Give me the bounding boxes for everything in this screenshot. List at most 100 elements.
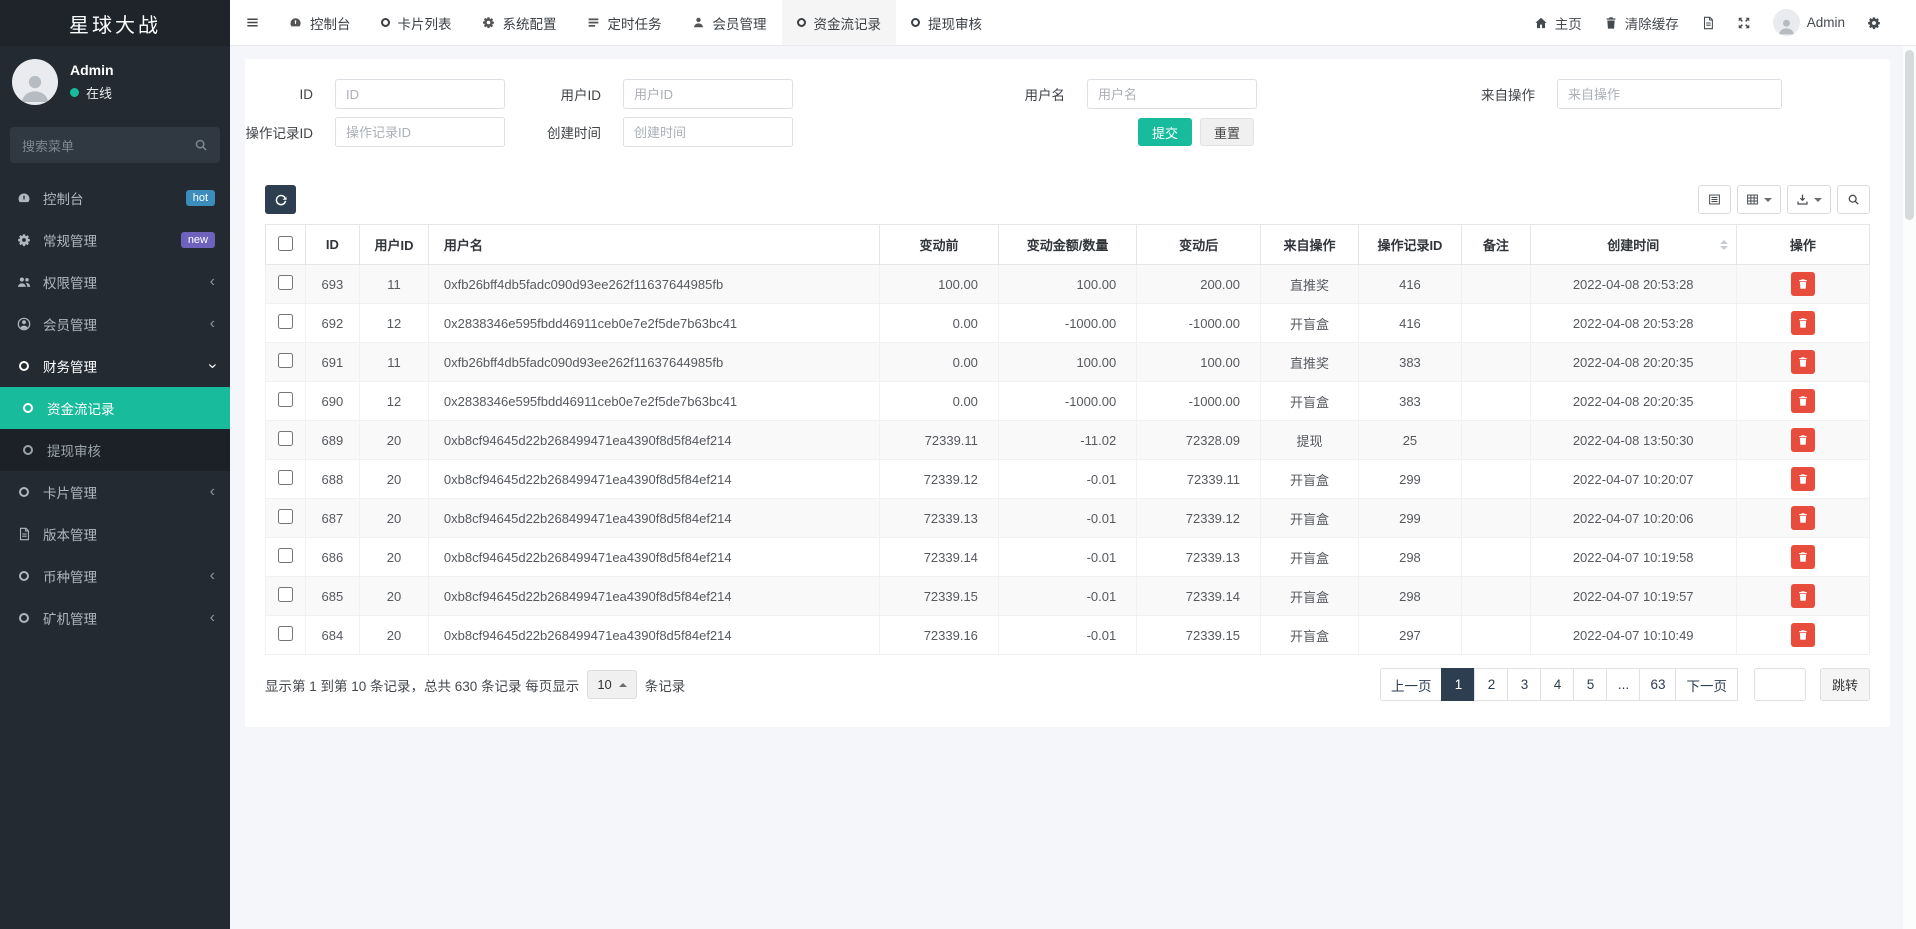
cell-after: -1000.00 [1137,382,1261,421]
delete-button[interactable] [1791,350,1815,374]
trash-icon [1797,356,1809,368]
cell-from: 直推奖 [1260,265,1358,304]
trash-icon [1797,317,1809,329]
row-checkbox[interactable] [278,392,293,407]
sidebar-item-permission[interactable]: 权限管理 ‹ [0,261,230,303]
delete-button[interactable] [1791,467,1815,491]
row-checkbox[interactable] [278,587,293,602]
search-icon[interactable] [194,138,208,152]
username-input[interactable] [1087,79,1257,109]
tab-label: 资金流记录 [814,13,882,33]
tab-fundflow[interactable]: 资金流记录 [782,0,897,45]
circle-icon [911,18,920,27]
delete-button[interactable] [1791,545,1815,569]
created-input[interactable] [623,117,793,147]
cell-remark [1461,577,1530,616]
clear-cache-button[interactable]: 清除缓存 [1593,0,1690,45]
page-link[interactable]: 5 [1573,668,1607,701]
cell-record-id: 383 [1358,382,1461,421]
page-link[interactable]: ... [1606,668,1640,701]
delete-button[interactable] [1791,428,1815,452]
page-link[interactable]: 上一页 [1380,668,1443,701]
sidebar-item-console[interactable]: 控制台 hot [0,177,230,219]
list-icon [587,16,600,29]
cell-created: 2022-04-08 20:53:28 [1530,304,1736,343]
sidebar-item-currency[interactable]: 币种管理 ‹ [0,555,230,597]
table-row: 693 11 0xfb26bff4db5fadc090d93ee262f1163… [266,265,1870,304]
row-checkbox[interactable] [278,509,293,524]
tab-member[interactable]: 会员管理 [677,0,782,45]
search-toggle-button[interactable] [1837,185,1870,214]
doc-button[interactable] [1690,0,1726,45]
delete-button[interactable] [1791,623,1815,647]
user-menu[interactable]: Admin [1762,0,1856,45]
cell-user-id: 20 [360,616,429,655]
export-icon [1796,193,1809,206]
app-title: 星球大战 [0,0,230,46]
cell-id: 692 [305,304,359,343]
table-toolbar [265,185,1870,214]
page-link[interactable]: 2 [1474,668,1508,701]
sidebar-item-card[interactable]: 卡片管理 ‹ [0,471,230,513]
user-id-input[interactable] [623,79,793,109]
tab-console[interactable]: 控制台 [274,0,366,45]
record-id-input[interactable] [335,117,505,147]
cell-from: 直推奖 [1260,343,1358,382]
page-link[interactable]: 1 [1441,668,1475,701]
delete-button[interactable] [1791,389,1815,413]
tab-withdraw-audit[interactable]: 提现审核 [896,0,997,45]
sidebar-toggle-button[interactable] [230,0,274,45]
card-view-button[interactable] [1698,185,1731,214]
select-all-checkbox[interactable] [278,236,293,251]
scrollbar-track[interactable] [1903,46,1916,929]
sidebar-item-general[interactable]: 常规管理 new [0,219,230,261]
from-op-input[interactable] [1557,79,1782,109]
row-checkbox[interactable] [278,353,293,368]
sidebar-item-version[interactable]: 版本管理 [0,513,230,555]
sidebar-item-withdraw-audit[interactable]: 提现审核 [0,429,230,471]
jump-page-input[interactable] [1754,668,1806,701]
page-size-select[interactable]: 10 [587,670,636,699]
submit-button[interactable]: 提交 [1138,118,1192,146]
row-checkbox[interactable] [278,275,293,290]
sidebar-search-input[interactable]: 搜索菜单 [10,127,220,163]
page-link[interactable]: 4 [1540,668,1574,701]
row-checkbox[interactable] [278,470,293,485]
cell-actions [1736,304,1869,343]
sidebar-item-finance[interactable]: 财务管理 ‹ [0,345,230,387]
page-link[interactable]: 3 [1507,668,1541,701]
page-link[interactable]: 下一页 [1675,668,1738,701]
sidebar-item-fundflow[interactable]: 资金流记录 [0,387,230,429]
delete-button[interactable] [1791,506,1815,530]
home-button[interactable]: 主页 [1523,0,1593,45]
caret-up-icon [619,683,627,687]
tab-system-config[interactable]: 系统配置 [467,0,572,45]
columns-button[interactable] [1737,185,1781,214]
col-created[interactable]: 创建时间 [1530,225,1736,265]
row-checkbox[interactable] [278,626,293,641]
export-button[interactable] [1787,185,1831,214]
sidebar-item-miner[interactable]: 矿机管理 ‹ [0,597,230,639]
row-checkbox[interactable] [278,431,293,446]
cell-from: 开盲盒 [1260,577,1358,616]
user-name: Admin [70,62,114,78]
settings-button[interactable] [1856,0,1892,45]
sidebar-item-member[interactable]: 会员管理 ‹ [0,303,230,345]
refresh-button[interactable] [265,185,296,214]
delete-button[interactable] [1791,272,1815,296]
page-link[interactable]: 63 [1639,668,1676,701]
jump-button[interactable]: 跳转 [1820,668,1870,701]
scrollbar-thumb[interactable] [1905,50,1914,220]
tab-card-list[interactable]: 卡片列表 [366,0,467,45]
tab-scheduled-tasks[interactable]: 定时任务 [572,0,677,45]
gear-icon [482,16,495,29]
cell-username: 0xb8cf94645d22b268499471ea4390f8d5f84ef2… [428,616,879,655]
row-checkbox[interactable] [278,314,293,329]
delete-button[interactable] [1791,584,1815,608]
fullscreen-button[interactable] [1726,0,1762,45]
id-input[interactable] [335,79,505,109]
row-checkbox[interactable] [278,548,293,563]
reset-button[interactable]: 重置 [1200,118,1254,146]
delete-button[interactable] [1791,311,1815,335]
cell-username: 0xb8cf94645d22b268499471ea4390f8d5f84ef2… [428,499,879,538]
